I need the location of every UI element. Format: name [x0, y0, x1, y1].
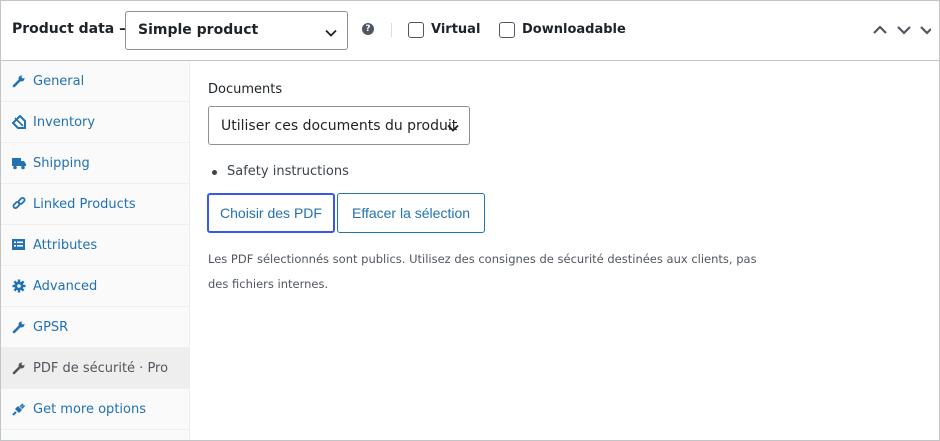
header-divider: [391, 23, 392, 37]
tab-label: Shipping: [33, 156, 90, 171]
tab-general[interactable]: General: [1, 61, 189, 102]
wrench-icon: [12, 361, 26, 375]
link-icon: [12, 197, 26, 211]
tab-content-pdf-securite: Documents Utiliser ces documents du prod…: [190, 61, 939, 440]
product-type-select[interactable]: Simple product: [125, 11, 348, 50]
list-icon: [12, 238, 26, 252]
product-data-panel: Product data — Simple product ? Virtual …: [0, 0, 940, 441]
wrench-icon: [12, 74, 26, 88]
collapse-toggle-icon[interactable]: [919, 21, 932, 39]
tab-attributes[interactable]: Attributes: [1, 225, 189, 266]
chevron-down-icon: [447, 121, 459, 136]
gear-icon: [12, 279, 26, 293]
tab-pdf-securite[interactable]: PDF de sécurité · Pro: [1, 348, 189, 389]
move-down-icon[interactable]: [895, 21, 913, 39]
tab-linked-products[interactable]: Linked Products: [1, 184, 189, 225]
clear-selection-button[interactable]: Effacer la sélection: [337, 193, 485, 233]
tab-label: General: [33, 74, 85, 89]
truck-icon: [12, 156, 26, 170]
chevron-down-icon: [325, 26, 337, 41]
tag-icon: [11, 114, 26, 129]
tab-shipping[interactable]: Shipping: [1, 143, 189, 184]
documents-label: Documents: [208, 82, 283, 97]
help-icon[interactable]: ?: [362, 23, 374, 35]
virtual-checkbox-box[interactable]: [408, 22, 424, 38]
tab-advanced[interactable]: Advanced: [1, 266, 189, 307]
product-type-value: Simple product: [138, 22, 259, 38]
document-name: Safety instructions: [227, 164, 349, 179]
wrench-icon: [12, 320, 26, 334]
tab-label: Attributes: [33, 238, 98, 253]
tab-gpsr[interactable]: GPSR: [1, 307, 189, 348]
move-up-icon[interactable]: [871, 21, 889, 39]
downloadable-label: Downloadable: [522, 22, 626, 37]
product-data-tabs: General Inventory Shipping Linked Produc…: [1, 61, 190, 440]
tab-inventory[interactable]: Inventory: [1, 102, 189, 143]
choose-pdf-button[interactable]: Choisir des PDF: [207, 193, 335, 233]
tab-label: Get more options: [33, 402, 146, 417]
plugin-icon: [12, 402, 26, 416]
tab-label: Advanced: [33, 279, 98, 294]
virtual-label: Virtual: [431, 22, 481, 37]
tab-label: Inventory: [33, 115, 96, 130]
selected-documents-list: Safety instructions: [208, 164, 349, 179]
documents-source-value: Utiliser ces documents du produit: [221, 118, 458, 134]
downloadable-checkbox-box[interactable]: [499, 22, 515, 38]
tab-label: PDF de sécurité · Pro: [33, 361, 169, 376]
panel-header: Product data — Simple product ? Virtual …: [1, 1, 939, 61]
help-note: Les PDF sélectionnés sont publics. Utili…: [208, 252, 757, 291]
tab-get-more-options[interactable]: Get more options: [1, 389, 189, 430]
tab-label: Linked Products: [33, 197, 136, 212]
documents-source-select[interactable]: Utiliser ces documents du produit: [208, 106, 470, 145]
bullet-icon: [212, 170, 217, 175]
list-item: Safety instructions: [208, 164, 349, 179]
panel-title: Product data —: [12, 21, 134, 37]
tab-label: GPSR: [33, 320, 69, 335]
